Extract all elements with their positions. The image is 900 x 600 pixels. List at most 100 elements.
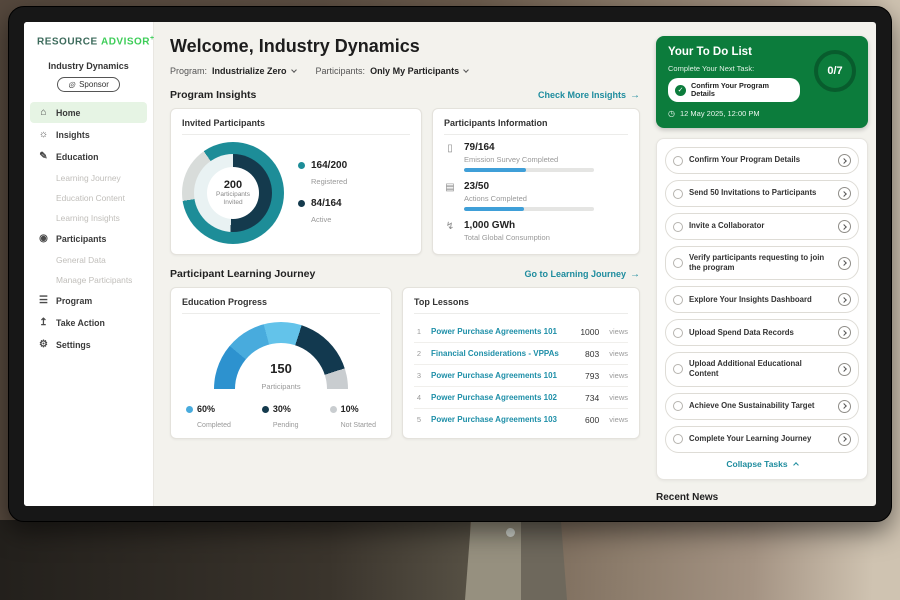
sidebar-item-education-content[interactable]: Education Content [30, 188, 147, 207]
task-label: Confirm Your Program Details [689, 155, 832, 165]
check-more-insights-link[interactable]: Check More Insights → [538, 90, 640, 101]
task-item[interactable]: Upload Spend Data Records [665, 319, 859, 346]
lesson-row: 1 Power Purchase Agreements 101 1000 vie… [414, 321, 628, 343]
arrow-right-icon: → [630, 90, 640, 101]
lesson-link[interactable]: Power Purchase Agreements 101 [431, 371, 578, 380]
sidebar-item-settings[interactable]: ⚙ Settings [30, 334, 147, 355]
sidebar-item-participants[interactable]: ◉ Participants [30, 228, 147, 249]
task-item[interactable]: Upload Additional Educational Content [665, 352, 859, 386]
sidebar-item-general-data[interactable]: General Data [30, 250, 147, 269]
task-label: Upload Additional Educational Content [689, 359, 832, 379]
next-task-pill[interactable]: ✓ Confirm Your Program Details [668, 78, 800, 102]
sidebar-item-program[interactable]: ☰ Program [30, 290, 147, 311]
lesson-link[interactable]: Power Purchase Agreements 103 [431, 415, 578, 424]
task-checkbox[interactable] [673, 295, 683, 305]
users-icon: ◉ [38, 233, 49, 244]
clipboard-icon: ▤ [444, 182, 456, 211]
education-progress-gauge-chart: 150 Participants [214, 322, 348, 392]
lesson-link[interactable]: Power Purchase Agreements 101 [431, 327, 573, 336]
sidebar-item-manage-participants[interactable]: Manage Participants [30, 270, 147, 289]
task-label: Upload Spend Data Records [689, 328, 832, 338]
recent-news-heading: Recent News [656, 492, 868, 503]
participants-filter-label: Participants: [316, 66, 366, 76]
task-label: Verify participants requesting to join t… [689, 253, 832, 273]
task-checkbox[interactable] [673, 258, 683, 268]
check-icon: ✓ [675, 85, 686, 96]
sidebar-item-education[interactable]: ✎ Education [30, 146, 147, 167]
task-checkbox[interactable] [673, 364, 683, 374]
task-checkbox[interactable] [673, 401, 683, 411]
sidebar-nav: ⌂ Home ☼ Insights ✎ Education Learning J… [24, 102, 153, 355]
chevron-right-icon[interactable] [838, 187, 851, 200]
home-icon: ⌂ [38, 107, 49, 118]
chevron-right-icon[interactable] [838, 363, 851, 376]
task-item[interactable]: Verify participants requesting to join t… [665, 246, 859, 280]
task-item[interactable]: Confirm Your Program Details [665, 147, 859, 174]
page-title: Welcome, Industry Dynamics [170, 36, 640, 57]
lesson-link[interactable]: Financial Considerations - VPPAs [431, 349, 578, 358]
go-to-learning-journey-link[interactable]: Go to Learning Journey → [524, 269, 640, 280]
chevron-right-icon[interactable] [838, 400, 851, 413]
sponsor-badge[interactable]: ◎ Sponsor [57, 77, 120, 92]
todo-progress-ring: 0/7 [814, 50, 856, 92]
task-checkbox[interactable] [673, 222, 683, 232]
participants-select[interactable]: Only My Participants [370, 66, 468, 76]
task-checkbox[interactable] [673, 189, 683, 199]
invited-participants-donut-chart: 200 Participants Invited [182, 142, 284, 244]
legend-not-started: 10% Not Started [330, 404, 376, 432]
program-select[interactable]: Industrialize Zero [212, 66, 296, 76]
battery-icon: ▯ [444, 143, 456, 172]
donut-center: 200 Participants Invited [207, 167, 259, 219]
list-icon: ☰ [38, 295, 49, 306]
lesson-rank: 3 [414, 371, 424, 380]
lesson-row: 2 Financial Considerations - VPPAs 803 v… [414, 343, 628, 365]
task-checkbox[interactable] [673, 156, 683, 166]
upload-icon: ↥ [38, 317, 49, 328]
task-item[interactable]: Complete Your Learning Journey [665, 426, 859, 453]
book-icon: ✎ [38, 151, 49, 162]
sidebar-item-take-action[interactable]: ↥ Take Action [30, 312, 147, 333]
chevron-right-icon[interactable] [838, 220, 851, 233]
collapse-tasks-link[interactable]: Collapse Tasks [665, 459, 859, 469]
task-checkbox[interactable] [673, 328, 683, 338]
due-date: ◷ 12 May 2025, 12:00 PM [668, 109, 856, 118]
task-list-card: Confirm Your Program Details Send 50 Inv… [656, 138, 868, 480]
sidebar-item-home[interactable]: ⌂ Home [30, 102, 147, 123]
lesson-link[interactable]: Power Purchase Agreements 102 [431, 393, 578, 402]
main-content: Welcome, Industry Dynamics Program: Indu… [170, 22, 640, 506]
card-title: Invited Participants [182, 118, 410, 135]
lesson-row: 4 Power Purchase Agreements 102 734 view… [414, 387, 628, 409]
chevron-down-icon [463, 67, 469, 73]
learning-journey-heading: Participant Learning Journey [170, 268, 315, 280]
task-item[interactable]: Invite a Collaborator [665, 213, 859, 240]
sidebar-item-insights[interactable]: ☼ Insights [30, 124, 147, 145]
legend-registered: 164/200 Registered [298, 160, 347, 189]
sidebar-item-learning-journey[interactable]: Learning Journey [30, 168, 147, 187]
card-title: Education Progress [182, 297, 380, 314]
task-item[interactable]: Explore Your Insights Dashboard [665, 286, 859, 313]
top-lessons-card: Top Lessons 1 Power Purchase Agreements … [402, 287, 640, 439]
lesson-rank: 5 [414, 415, 424, 424]
navy-dot-icon [298, 200, 305, 207]
chevron-right-icon[interactable] [838, 154, 851, 167]
monitor-bezel: RESOURCE ADVISOR+ Industry Dynamics ◎ Sp… [8, 6, 892, 522]
app-window: RESOURCE ADVISOR+ Industry Dynamics ◎ Sp… [24, 22, 876, 506]
blue-dot-icon [186, 406, 193, 413]
chevron-right-icon[interactable] [838, 326, 851, 339]
task-checkbox[interactable] [673, 434, 683, 444]
gear-icon: ⚙ [38, 339, 49, 350]
task-item[interactable]: Achieve One Sustainability Target [665, 393, 859, 420]
task-item[interactable]: Send 50 Invitations to Participants [665, 180, 859, 207]
task-label: Send 50 Invitations to Participants [689, 188, 832, 198]
sidebar-item-learning-insights[interactable]: Learning Insights [30, 208, 147, 227]
chevron-right-icon[interactable] [838, 293, 851, 306]
energy-icon: ↯ [444, 221, 456, 246]
logo-secondary: ADVISOR [101, 36, 150, 47]
task-label: Complete Your Learning Journey [689, 434, 832, 444]
chevron-right-icon[interactable] [838, 257, 851, 270]
lightbulb-icon: ☼ [38, 129, 49, 140]
chevron-right-icon[interactable] [838, 433, 851, 446]
education-progress-card: Education Progress 150 Participants 60% [170, 287, 392, 439]
todo-panel: 0/7 Your To Do List Complete Your Next T… [656, 22, 868, 506]
clock-icon: ◷ [668, 109, 675, 118]
